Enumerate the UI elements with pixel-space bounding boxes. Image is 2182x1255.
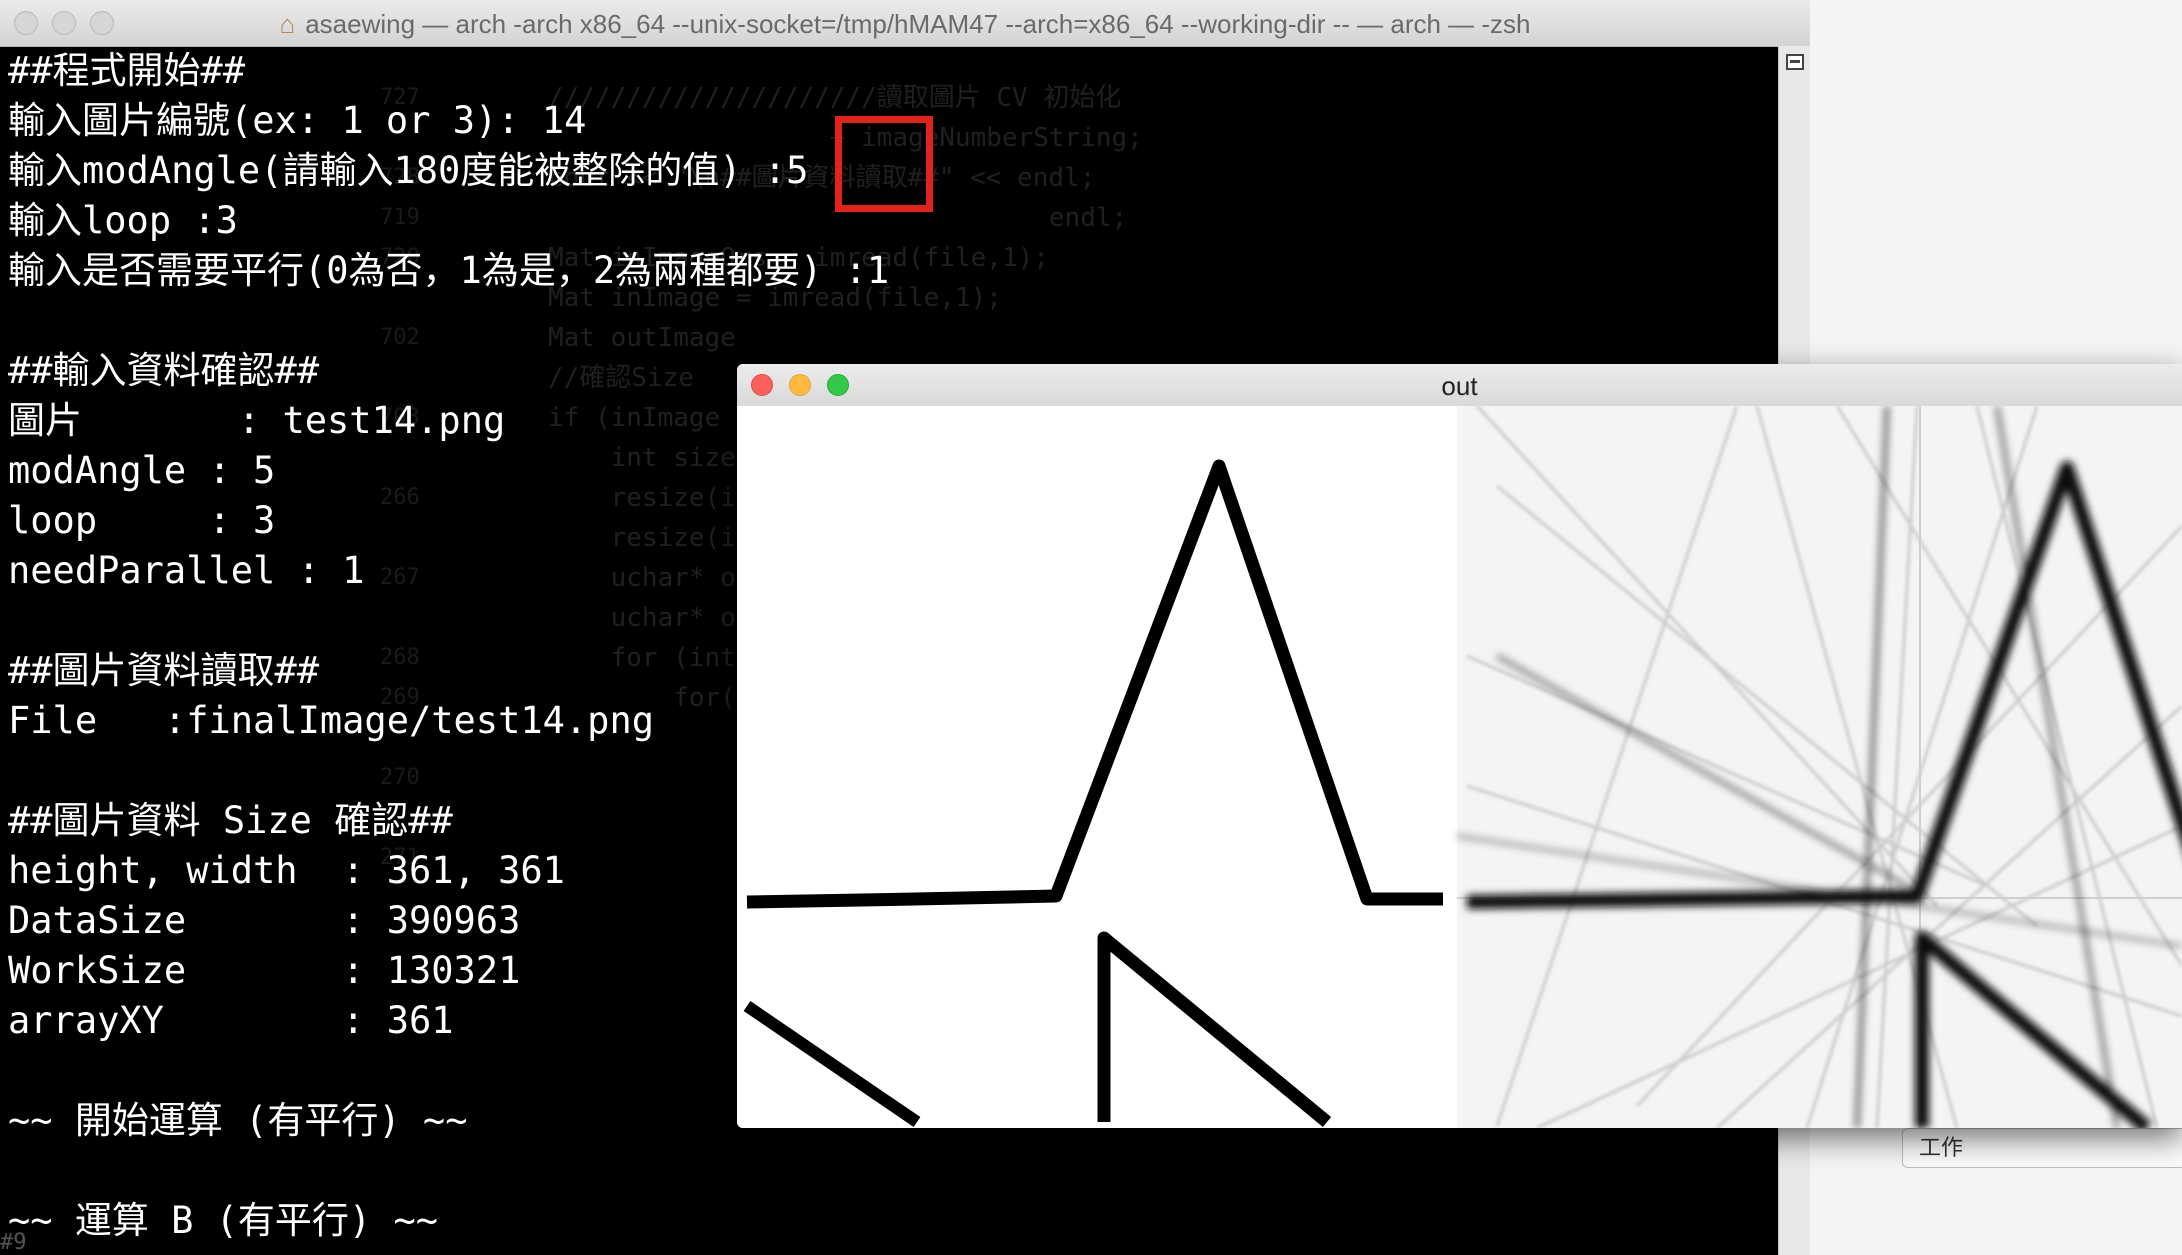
out-title: out	[1441, 371, 1478, 401]
terminal-line: ##程式開始##	[8, 49, 246, 92]
home-icon: ⌂	[279, 9, 296, 39]
terminal-title-text: asaewing — arch -arch x86_64 --unix-sock…	[305, 9, 1531, 39]
bottom-tab-label: #9	[0, 1230, 27, 1255]
out-titlebar[interactable]: out	[737, 364, 2182, 407]
terminal-line: 輸入是否需要平行(0為否，1為是，2為兩種都要) :1	[8, 249, 890, 292]
highlight-annotation-box	[835, 116, 933, 212]
terminal-title: ⌂ asaewing — arch -arch x86_64 --unix-soc…	[0, 9, 1810, 40]
tab-work[interactable]: 工作	[1902, 1128, 2182, 1168]
out-window[interactable]: out	[737, 364, 2182, 1128]
processed-image	[1456, 406, 2182, 1128]
terminal-titlebar[interactable]: ⌂ asaewing — arch -arch x86_64 --unix-soc…	[0, 0, 1810, 47]
scroll-menu-icon[interactable]	[1786, 54, 1804, 70]
out-image-canvas	[737, 406, 2182, 1128]
terminal-line: ~~ 運算 B (有平行) ~~	[8, 1199, 439, 1242]
original-image	[737, 406, 1457, 1128]
